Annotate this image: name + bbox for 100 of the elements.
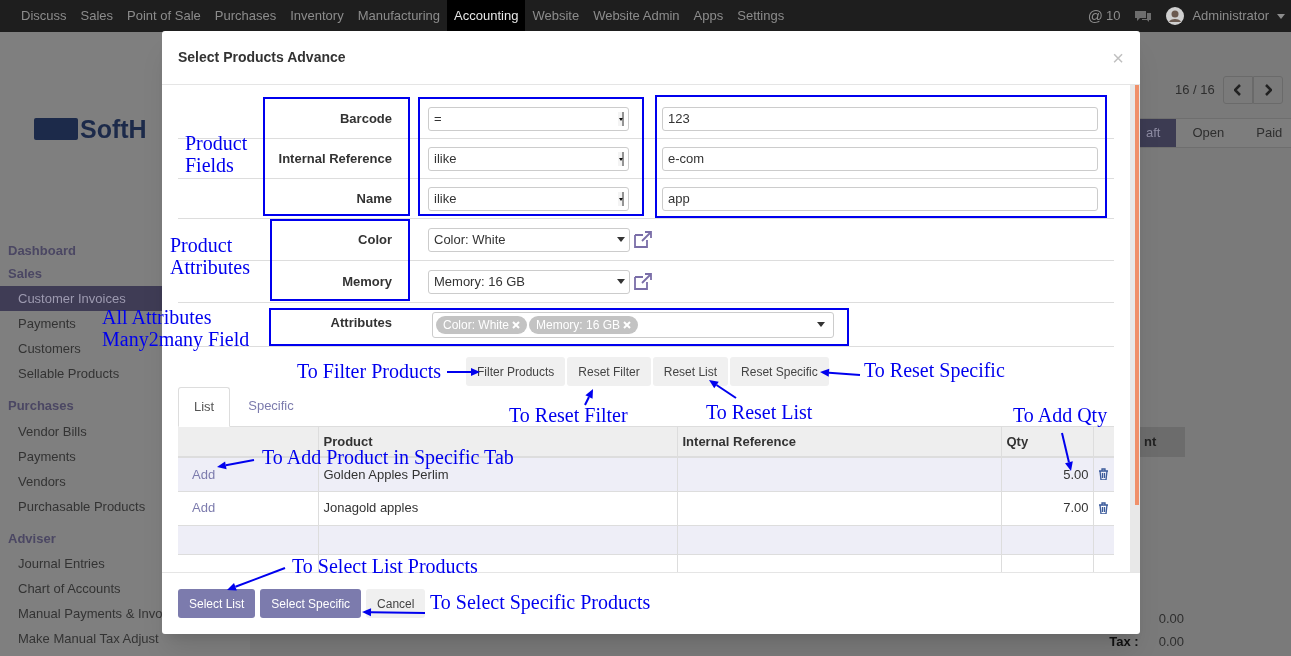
remove-icon bbox=[623, 320, 632, 329]
annotation-text: To Reset Filter bbox=[509, 404, 628, 426]
operator-select[interactable]: = bbox=[428, 106, 629, 131]
annotation-text: To Reset List bbox=[706, 401, 813, 423]
stage-button[interactable]: Paid bbox=[1240, 119, 1291, 147]
menu-item[interactable]: Website Admin bbox=[586, 0, 687, 32]
annotation-text: To Add Qty bbox=[1013, 404, 1108, 426]
annotation-text: Product Fields bbox=[185, 132, 249, 176]
menu-item[interactable]: Inventory bbox=[283, 0, 351, 32]
chat-icon bbox=[1134, 9, 1153, 23]
annotation-text: To Select Specific Products bbox=[430, 591, 651, 613]
annotation-text: Product Attributes bbox=[170, 234, 251, 278]
brand-name: SoftH bbox=[80, 116, 147, 142]
total-value: 0.00 bbox=[1158, 633, 1184, 651]
header-cell bbox=[1093, 427, 1114, 457]
annotation-arrow bbox=[709, 380, 737, 399]
stage-button[interactable]: Open bbox=[1176, 119, 1241, 147]
annotation-arrow bbox=[446, 368, 480, 376]
menu-item[interactable]: Manufacturing bbox=[350, 0, 448, 32]
chevron-left-icon bbox=[1233, 84, 1242, 96]
select-value: ilike bbox=[434, 189, 457, 208]
menu-item[interactable]: Purchases bbox=[207, 0, 284, 32]
section-header: Dashboard bbox=[8, 242, 76, 260]
add-link[interactable]: Add bbox=[192, 500, 216, 516]
primary-button[interactable]: Select List bbox=[178, 589, 256, 618]
dialog-title: Select Products Advance bbox=[178, 48, 346, 67]
value-input[interactable]: app bbox=[662, 186, 1098, 211]
attribute-select[interactable]: Memory: 16 GB bbox=[428, 269, 630, 294]
section-header: Sales bbox=[8, 264, 42, 283]
table-cell: 5.00 bbox=[1001, 457, 1093, 491]
annotation-text: To Select List Products bbox=[292, 555, 478, 577]
pager-text: 16 / 16 bbox=[1175, 81, 1215, 100]
action-button[interactable]: Reset Filter bbox=[567, 357, 651, 386]
user-menu[interactable]: Administrator bbox=[1192, 6, 1269, 26]
menu-item[interactable]: Apps bbox=[686, 0, 731, 32]
action-button[interactable]: Reset List bbox=[652, 357, 729, 386]
caret-icon bbox=[618, 111, 624, 126]
table-cell: 7.00 bbox=[1001, 491, 1093, 525]
scrollbar-thumb[interactable] bbox=[1135, 85, 1139, 505]
external-link-button[interactable] bbox=[633, 272, 653, 291]
mention-mark: @ bbox=[1087, 5, 1103, 26]
table-cell: Jonagold apples bbox=[318, 491, 677, 525]
external-link-icon bbox=[633, 272, 653, 291]
next-button[interactable] bbox=[1252, 76, 1283, 104]
section-header: Purchases bbox=[8, 397, 74, 415]
action-button[interactable]: Filter Products bbox=[466, 357, 566, 386]
caret-icon bbox=[617, 279, 625, 284]
action-button[interactable]: Reset Specific bbox=[730, 357, 829, 386]
previous-button[interactable] bbox=[1222, 76, 1253, 104]
mentions-link[interactable]: @ 10 bbox=[1087, 4, 1121, 28]
caret-icon bbox=[617, 237, 625, 242]
avatar-icon bbox=[1166, 7, 1185, 25]
menu-item[interactable]: Point of Sale bbox=[120, 0, 208, 32]
annotation-text: To Reset Specific bbox=[864, 359, 1005, 381]
value-input[interactable]: e-com bbox=[662, 146, 1098, 171]
select-value: ilike bbox=[434, 149, 457, 168]
section-header: Adviser bbox=[8, 529, 56, 548]
column-header: nt bbox=[1140, 427, 1185, 457]
column-header: Internal Reference bbox=[677, 427, 1001, 457]
field-label: Attributes bbox=[330, 314, 392, 332]
menu-item[interactable]: Discuss bbox=[14, 0, 74, 32]
operator-select[interactable]: ilike bbox=[428, 146, 629, 171]
attribute-select[interactable]: Color: White bbox=[428, 227, 630, 252]
mention-count: 10 bbox=[1105, 7, 1121, 26]
tab[interactable]: List bbox=[178, 387, 231, 427]
annotation-arrow bbox=[217, 459, 255, 470]
add-link[interactable]: Add bbox=[192, 466, 216, 482]
delete-button[interactable] bbox=[1097, 502, 1109, 514]
external-link-icon bbox=[633, 230, 653, 249]
primary-button[interactable]: Select Specific bbox=[260, 589, 362, 618]
caret-icon bbox=[817, 322, 825, 327]
annotation-arrow bbox=[362, 608, 426, 617]
value-input[interactable]: 123 bbox=[662, 106, 1098, 131]
select-value: Color: White bbox=[434, 230, 506, 249]
annotation-text: To Add Product in Specific Tab bbox=[262, 446, 514, 468]
field-label: Internal Reference bbox=[278, 149, 392, 168]
field-label: Color bbox=[358, 230, 392, 249]
annotation-text: To Filter Products bbox=[297, 360, 442, 382]
total-value: 0.00 bbox=[1158, 610, 1184, 628]
total-label: Tax : bbox=[1109, 633, 1139, 651]
cancel-button[interactable]: Cancel bbox=[366, 589, 426, 618]
field-label: Barcode bbox=[339, 109, 392, 128]
annotation-arrow bbox=[820, 368, 861, 377]
menu-item[interactable]: Accounting bbox=[447, 0, 526, 32]
operator-select[interactable]: ilike bbox=[428, 186, 629, 211]
caret-icon bbox=[618, 191, 624, 206]
trash-icon bbox=[1097, 502, 1109, 514]
delete-button[interactable] bbox=[1097, 468, 1109, 481]
menu-item[interactable]: Website bbox=[525, 0, 587, 32]
sidebar-item[interactable]: Make Manual Tax Adjust bbox=[0, 626, 250, 651]
external-link-button[interactable] bbox=[633, 230, 653, 249]
remove-icon bbox=[512, 320, 521, 329]
menu-item[interactable]: Sales bbox=[73, 0, 121, 32]
tag-label: Memory: 16 GB bbox=[536, 316, 621, 334]
select-value: = bbox=[434, 109, 442, 128]
tab[interactable]: Specific bbox=[230, 386, 312, 426]
menu-item[interactable]: Settings bbox=[730, 0, 792, 32]
trash-icon bbox=[1097, 468, 1109, 481]
field-label: Memory bbox=[342, 272, 392, 291]
tag-label: Color: White bbox=[443, 316, 510, 334]
